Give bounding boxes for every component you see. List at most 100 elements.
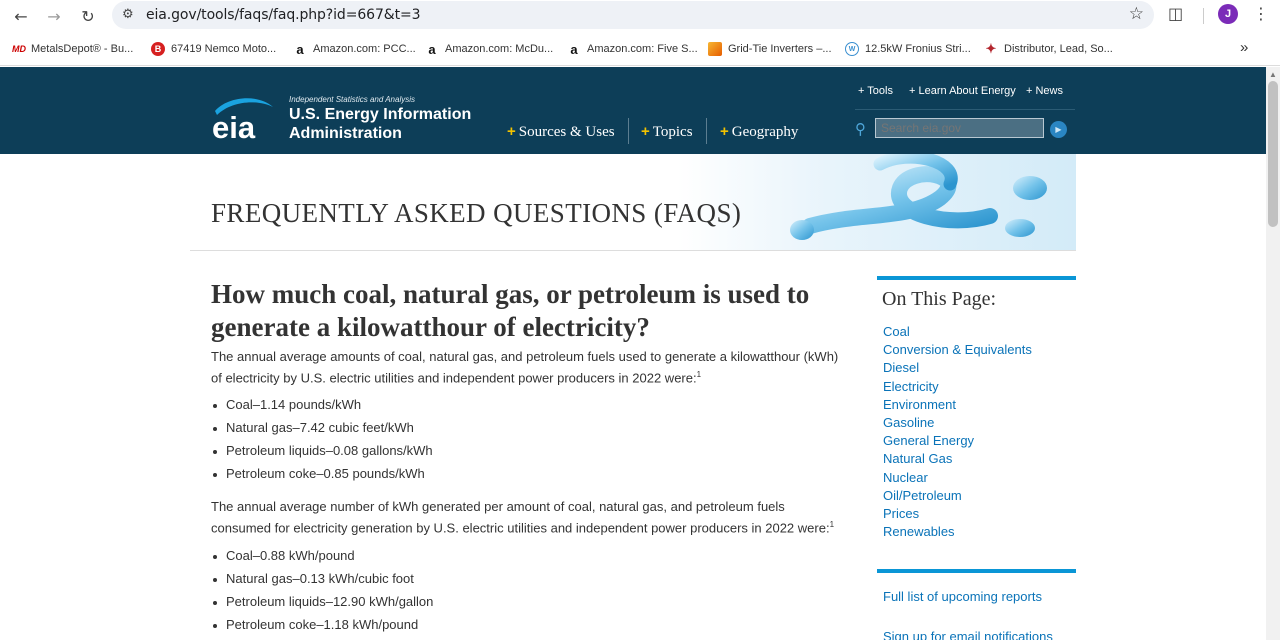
sidebar-link-diesel[interactable]: Diesel — [883, 359, 1032, 377]
intro-text: The annual average amounts of coal, natu… — [211, 349, 839, 386]
sidebar-rule — [877, 276, 1076, 280]
bookmark-label: Amazon.com: PCC... — [313, 43, 416, 55]
bookmark-item[interactable]: a Amazon.com: Five S... — [567, 41, 698, 57]
browser-menu-icon[interactable]: ⋮ — [1253, 4, 1269, 23]
bookmark-item[interactable]: a Amazon.com: PCC... — [293, 41, 416, 57]
reload-icon[interactable]: ↻ — [76, 4, 100, 28]
svg-text:eia: eia — [212, 110, 256, 141]
bookmark-star-icon[interactable]: ☆ — [1129, 4, 1144, 24]
list-item: Petroleum coke–0.85 pounds/kWh — [213, 466, 433, 489]
top-link-label: Tools — [867, 85, 893, 97]
forward-icon[interactable]: → — [42, 4, 66, 28]
sidebar-link-general-energy[interactable]: General Energy — [883, 432, 1032, 450]
more-bookmarks-icon[interactable]: » — [1240, 39, 1248, 56]
nav-divider — [628, 118, 629, 144]
question-title: How much coal, natural gas, or petroleum… — [211, 279, 810, 342]
amazon-icon: a — [428, 41, 436, 57]
list-item: Petroleum coke–1.18 kWh/pound — [213, 617, 433, 640]
nav-geography[interactable]: + Geography — [720, 123, 798, 141]
sidebar-link-coal[interactable]: Coal — [883, 323, 1032, 341]
upcoming-reports-link[interactable]: Full list of upcoming reports — [883, 589, 1042, 604]
bookmark-label: Amazon.com: Five S... — [587, 43, 698, 55]
profile-avatar[interactable]: J — [1218, 4, 1238, 24]
amazon-icon: a — [296, 41, 304, 57]
nav-label: Topics — [652, 124, 693, 140]
banner-art — [790, 154, 1047, 240]
org-name[interactable]: U.S. Energy Information Administration — [289, 105, 489, 143]
toolbar-divider — [1203, 8, 1204, 24]
list-item: Coal–0.88 kWh/pound — [213, 548, 433, 571]
bookmark-label: Distributor, Lead, So... — [1004, 43, 1113, 55]
sidebar-link-oil-petroleum[interactable]: Oil/Petroleum — [883, 487, 1032, 505]
bookmark-item[interactable]: Grid-Tie Inverters –... — [708, 41, 832, 57]
faq-banner: FREQUENTLY ASKED QUESTIONS (FAQS) — [190, 154, 1076, 251]
metalsdepot-icon: MD — [12, 44, 26, 54]
bookmark-label: 12.5kW Fronius Stri... — [865, 43, 971, 55]
plus-icon: + — [720, 123, 729, 140]
site-settings-icon[interactable]: ⚙ — [122, 7, 138, 23]
sidebar-link-nuclear[interactable]: Nuclear — [883, 469, 1032, 487]
list-item: Natural gas–7.42 cubic feet/kWh — [213, 420, 433, 443]
nav-topics[interactable]: + Topics — [641, 123, 693, 141]
top-link-news[interactable]: + News — [1026, 85, 1063, 97]
banner-title: FREQUENTLY ASKED QUESTIONS (FAQS) — [211, 198, 742, 228]
list-item: Petroleum liquids–0.08 gallons/kWh — [213, 443, 433, 466]
grid-tie-icon — [708, 42, 722, 56]
nemco-icon: B — [151, 42, 165, 56]
footnote-link[interactable]: 1 — [830, 520, 834, 529]
kwh-per-fuel-list: Coal–0.88 kWh/pound Natural gas–0.13 kWh… — [213, 548, 433, 640]
list-item: Natural gas–0.13 kWh/cubic foot — [213, 571, 433, 594]
bookmark-item[interactable]: MD MetalsDepot® - Bu... — [11, 41, 133, 57]
address-bar[interactable]: ⚙ eia.gov/tools/faqs/faq.php?id=667&t=3 … — [112, 1, 1154, 29]
nav-sources-uses[interactable]: + Sources & Uses — [507, 123, 615, 141]
fuel-use-list: Coal–1.14 pounds/kWh Natural gas–7.42 cu… — [213, 397, 433, 489]
intro-text: The annual average number of kWh generat… — [211, 499, 830, 536]
plus-icon: + — [507, 123, 516, 140]
browser-toolbar: ← → ↻ ⚙ eia.gov/tools/faqs/faq.php?id=66… — [0, 0, 1280, 32]
org-name-line2: Administration — [289, 125, 402, 142]
amazon-icon: a — [570, 41, 578, 57]
scroll-thumb[interactable] — [1268, 81, 1278, 227]
org-name-line1: U.S. Energy Information — [289, 106, 472, 123]
sidebar-link-environment[interactable]: Environment — [883, 396, 1032, 414]
nav-label: Geography — [731, 124, 799, 140]
sidebar-link-electricity[interactable]: Electricity — [883, 378, 1032, 396]
sidebar-link-gasoline[interactable]: Gasoline — [883, 414, 1032, 432]
eia-logo[interactable]: eia — [211, 95, 277, 141]
footnote-link[interactable]: 1 — [697, 370, 701, 379]
sidebar-link-natural-gas[interactable]: Natural Gas — [883, 450, 1032, 468]
bookmark-label: Grid-Tie Inverters –... — [728, 43, 832, 55]
bookmark-item[interactable]: W 12.5kW Fronius Stri... — [845, 41, 971, 57]
sidebar-title: On This Page: — [882, 288, 997, 310]
page-scrollbar[interactable]: ▲ — [1266, 67, 1280, 640]
nav-divider — [706, 118, 707, 144]
distributor-icon: ✦ — [985, 41, 997, 56]
top-link-learn[interactable]: + Learn About Energy — [909, 85, 1016, 97]
search-submit-icon[interactable]: ▶ — [1050, 121, 1067, 138]
list-item: Coal–1.14 pounds/kWh — [213, 397, 433, 420]
bookmark-label: Amazon.com: McDu... — [445, 43, 554, 55]
search-icon: ⚲ — [855, 120, 866, 138]
extensions-icon[interactable]: ◫ — [1168, 4, 1183, 23]
bookmark-item[interactable]: a Amazon.com: McDu... — [425, 41, 553, 57]
search-input[interactable] — [875, 118, 1044, 138]
sidebar-links: Coal Conversion & Equivalents Diesel Ele… — [883, 323, 1032, 541]
url-text[interactable]: eia.gov/tools/faqs/faq.php?id=667&t=3 — [146, 7, 421, 23]
intro-paragraph-2: The annual average number of kWh generat… — [211, 498, 841, 537]
top-link-label: Learn About Energy — [918, 85, 1016, 97]
list-item: Petroleum liquids–12.90 kWh/gallon — [213, 594, 433, 617]
sidebar-link-prices[interactable]: Prices — [883, 505, 1032, 523]
plus-icon: + — [641, 123, 650, 140]
site-header: eia Independent Statistics and Analysis … — [0, 67, 1266, 154]
bookmark-item[interactable]: B 67419 Nemco Moto... — [151, 41, 276, 57]
sidebar-link-conversion[interactable]: Conversion & Equivalents — [883, 341, 1032, 359]
email-signup-link[interactable]: Sign up for email notifications — [883, 629, 1053, 640]
top-link-tools[interactable]: + Tools — [858, 85, 893, 97]
scroll-up-icon[interactable]: ▲ — [1269, 70, 1277, 79]
bookmark-label: MetalsDepot® - Bu... — [31, 43, 134, 55]
back-icon[interactable]: ← — [9, 4, 33, 28]
bookmark-item[interactable]: ✦ Distributor, Lead, So... — [984, 41, 1113, 57]
bookmarks-bar: MD MetalsDepot® - Bu... B 67419 Nemco Mo… — [0, 32, 1280, 66]
sidebar-link-renewables[interactable]: Renewables — [883, 523, 1032, 541]
top-link-label: News — [1035, 85, 1063, 97]
